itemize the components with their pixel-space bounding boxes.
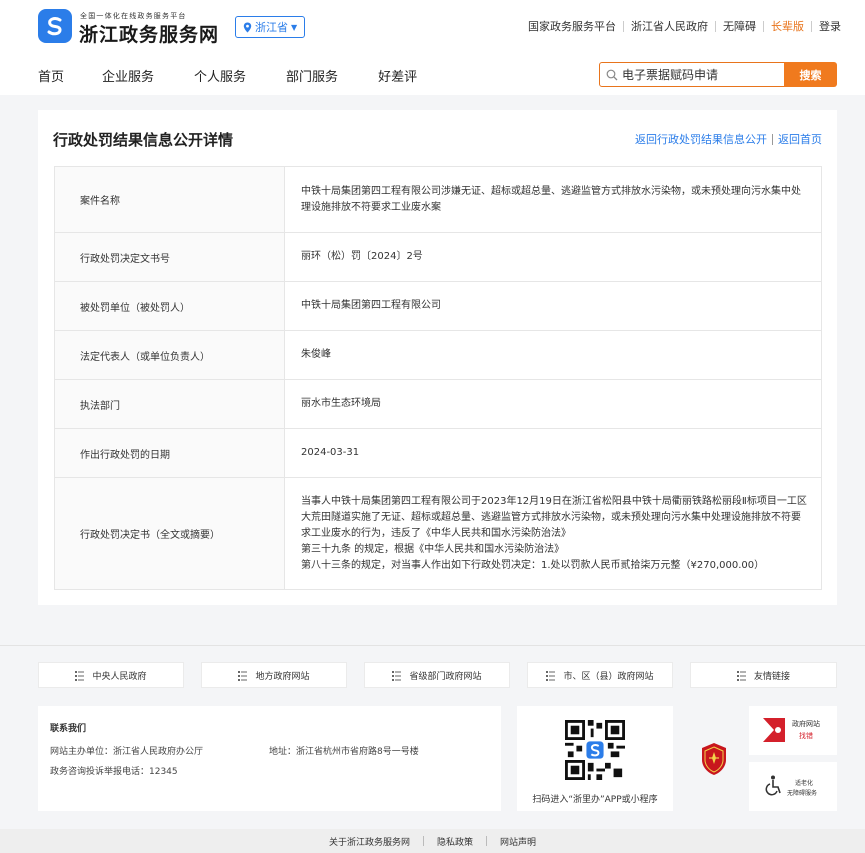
site-badge-cell bbox=[690, 706, 738, 811]
bottom-link-privacy[interactable]: 隐私政策 bbox=[437, 835, 473, 848]
footer-link-label: 友情链接 bbox=[753, 671, 790, 682]
footer-link-central-gov[interactable]: 中央人民政府 bbox=[38, 662, 184, 688]
row-label: 作出行政处罚的日期 bbox=[54, 428, 285, 478]
table-row: 被处罚单位（被处罚人） 中铁十局集团第四工程有限公司 bbox=[54, 281, 822, 331]
divider bbox=[422, 836, 424, 846]
footer-link-local-gov[interactable]: 地方政府网站 bbox=[201, 662, 347, 688]
nav-personal[interactable]: 个人服务 bbox=[194, 66, 246, 85]
list-icon bbox=[238, 670, 248, 681]
nav-enterprise[interactable]: 企业服务 bbox=[102, 66, 154, 85]
row-label: 执法部门 bbox=[54, 379, 285, 429]
bottom-links: 关于浙江政务服务网 隐私政策 网站声明 bbox=[0, 829, 865, 853]
top-header: 全国一体化在线政务服务平台 浙江政务服务网 浙江省 ▼ 国家政务服务平台 浙江省… bbox=[0, 0, 865, 95]
footer-link-label: 省级部门政府网站 bbox=[409, 671, 482, 682]
bottom-link-about[interactable]: 关于浙江政务服务网 bbox=[329, 835, 410, 848]
list-icon bbox=[736, 670, 746, 681]
search-icon bbox=[606, 69, 618, 80]
site-logo[interactable] bbox=[38, 9, 72, 43]
page-title: 行政处罚结果信息公开详情 bbox=[53, 131, 234, 149]
footer-divider bbox=[0, 645, 865, 646]
wheelchair-icon bbox=[765, 775, 781, 796]
detail-table: 案件名称 中铁十局集团第四工程有限公司涉嫌无证、超标或超总量、逃避监管方式排放水… bbox=[54, 166, 822, 590]
nav-home[interactable]: 首页 bbox=[38, 66, 64, 85]
link-login[interactable]: 登录 bbox=[819, 18, 841, 34]
gov-error-finder-button[interactable]: 政府网站 找错 bbox=[749, 706, 837, 755]
row-label: 行政处罚决定文书号 bbox=[54, 232, 285, 282]
row-value: 朱俊峰 bbox=[284, 330, 822, 380]
contact-title: 联系我们 bbox=[50, 724, 87, 734]
decision-text-line: 第八十三条的规定，对当事人作出如下行政处罚决定：1.处以罚款人民币贰拾柒万元整（… bbox=[301, 559, 765, 571]
region-label: 浙江省 bbox=[255, 21, 288, 34]
sponsor-text: 网站主办单位：浙江省人民政府办公厅 bbox=[50, 747, 204, 757]
party-gov-badge-icon[interactable] bbox=[700, 742, 728, 776]
search-button[interactable]: 搜索 bbox=[784, 62, 837, 87]
error-finder-icon bbox=[763, 718, 785, 742]
divider bbox=[763, 20, 764, 32]
table-row: 案件名称 中铁十局集团第四工程有限公司涉嫌无证、超标或超总量、逃避监管方式排放水… bbox=[54, 166, 822, 233]
search-input[interactable] bbox=[622, 67, 782, 82]
list-icon bbox=[75, 670, 85, 681]
row-label: 法定代表人（或单位负责人） bbox=[54, 330, 285, 380]
footer-link-friends[interactable]: 友情链接 bbox=[690, 662, 837, 688]
table-row: 法定代表人（或单位负责人） 朱俊峰 bbox=[54, 330, 822, 380]
logo-title[interactable]: 浙江政务服务网 bbox=[79, 20, 219, 47]
footer-link-label: 地方政府网站 bbox=[255, 671, 310, 682]
nav-evaluation[interactable]: 好差评 bbox=[378, 66, 417, 85]
row-label: 被处罚单位（被处罚人） bbox=[54, 281, 285, 331]
address-text: 地址：浙江省杭州市省府路8号一号楼 bbox=[269, 747, 419, 757]
divider bbox=[772, 133, 773, 145]
footer-link-provincial-dept[interactable]: 省级部门政府网站 bbox=[364, 662, 510, 688]
card-links: 返回行政处罚结果信息公开 返回首页 bbox=[635, 131, 822, 147]
elder-accessibility-button[interactable]: 适老化 无障碍服务 bbox=[749, 762, 837, 811]
gov-error-line2: 找错 bbox=[799, 732, 813, 740]
table-row: 作出行政处罚的日期 2024-03-31 bbox=[54, 428, 822, 478]
footer-link-label: 市、区（县）政府网站 bbox=[563, 671, 654, 682]
qr-panel: 扫码进入“浙里办”APP或小程序 bbox=[517, 706, 673, 811]
footer-link-city-county[interactable]: 市、区（县）政府网站 bbox=[527, 662, 673, 688]
caret-down-icon: ▼ bbox=[291, 22, 298, 32]
access-line2: 无障碍服务 bbox=[787, 790, 818, 797]
divider bbox=[715, 20, 716, 32]
divider bbox=[623, 20, 624, 32]
row-value: 丽水市生态环境局 bbox=[284, 379, 822, 429]
nav-department[interactable]: 部门服务 bbox=[286, 66, 338, 85]
row-label: 案件名称 bbox=[54, 166, 285, 233]
list-icon bbox=[392, 670, 402, 681]
table-row: 执法部门 丽水市生态环境局 bbox=[54, 379, 822, 429]
row-value: 中铁十局集团第四工程有限公司涉嫌无证、超标或超总量、逃避监管方式排放水污染物，或… bbox=[284, 166, 822, 233]
decision-text-line: 当事人中铁十局集团第四工程有限公司于2023年12月19日在浙江省松阳县中铁十局… bbox=[301, 495, 807, 539]
list-icon bbox=[546, 670, 556, 681]
footer-link-label: 中央人民政府 bbox=[92, 671, 147, 682]
link-national-platform[interactable]: 国家政务服务平台 bbox=[528, 18, 616, 34]
row-value: 中铁十局集团第四工程有限公司 bbox=[284, 281, 822, 331]
top-links: 国家政务服务平台 浙江省人民政府 无障碍 长辈版 登录 bbox=[528, 18, 841, 34]
link-provincial-gov[interactable]: 浙江省人民政府 bbox=[631, 18, 708, 34]
access-line1: 适老化 bbox=[795, 780, 814, 787]
contact-panel: 联系我们 网站主办单位：浙江省人民政府办公厅 地址：浙江省杭州市省府路8号一号楼… bbox=[38, 706, 501, 811]
main-nav: 首页 企业服务 个人服务 部门服务 好差评 bbox=[38, 66, 457, 85]
row-value: 丽环（松）罚〔2024〕2号 bbox=[284, 232, 822, 282]
row-value: 2024-03-31 bbox=[284, 428, 822, 478]
qr-caption: 扫码进入“浙里办”APP或小程序 bbox=[532, 795, 658, 805]
bottom-link-statement[interactable]: 网站声明 bbox=[500, 835, 536, 848]
link-elder-mode[interactable]: 长辈版 bbox=[771, 18, 804, 34]
logo-s-icon bbox=[47, 17, 62, 36]
table-row: 行政处罚决定书（全文或摘要） 当事人中铁十局集团第四工程有限公司于2023年12… bbox=[54, 477, 822, 590]
search-box[interactable] bbox=[599, 62, 785, 87]
qr-code-icon bbox=[565, 720, 625, 780]
decision-text-line: 第三十九条 的规定，根据《中华人民共和国水污染防治法》 bbox=[301, 543, 565, 555]
location-pin-icon bbox=[243, 22, 252, 32]
row-value: 当事人中铁十局集团第四工程有限公司于2023年12月19日在浙江省松阳县中铁十局… bbox=[284, 477, 822, 590]
back-to-list-link[interactable]: 返回行政处罚结果信息公开 bbox=[635, 131, 767, 147]
divider bbox=[811, 20, 812, 32]
table-row: 行政处罚决定文书号 丽环（松）罚〔2024〕2号 bbox=[54, 232, 822, 282]
gov-error-line1: 政府网站 bbox=[792, 720, 820, 728]
detail-card: 行政处罚结果信息公开详情 返回行政处罚结果信息公开 返回首页 案件名称 中铁十局… bbox=[38, 110, 837, 605]
row-label: 行政处罚决定书（全文或摘要） bbox=[54, 477, 285, 590]
region-selector[interactable]: 浙江省 ▼ bbox=[235, 16, 306, 38]
divider bbox=[486, 836, 487, 846]
link-accessibility[interactable]: 无障碍 bbox=[723, 18, 756, 34]
hotline-text: 政务咨询投诉举报电话：12345 bbox=[50, 767, 178, 777]
back-to-home-link[interactable]: 返回首页 bbox=[778, 131, 822, 147]
